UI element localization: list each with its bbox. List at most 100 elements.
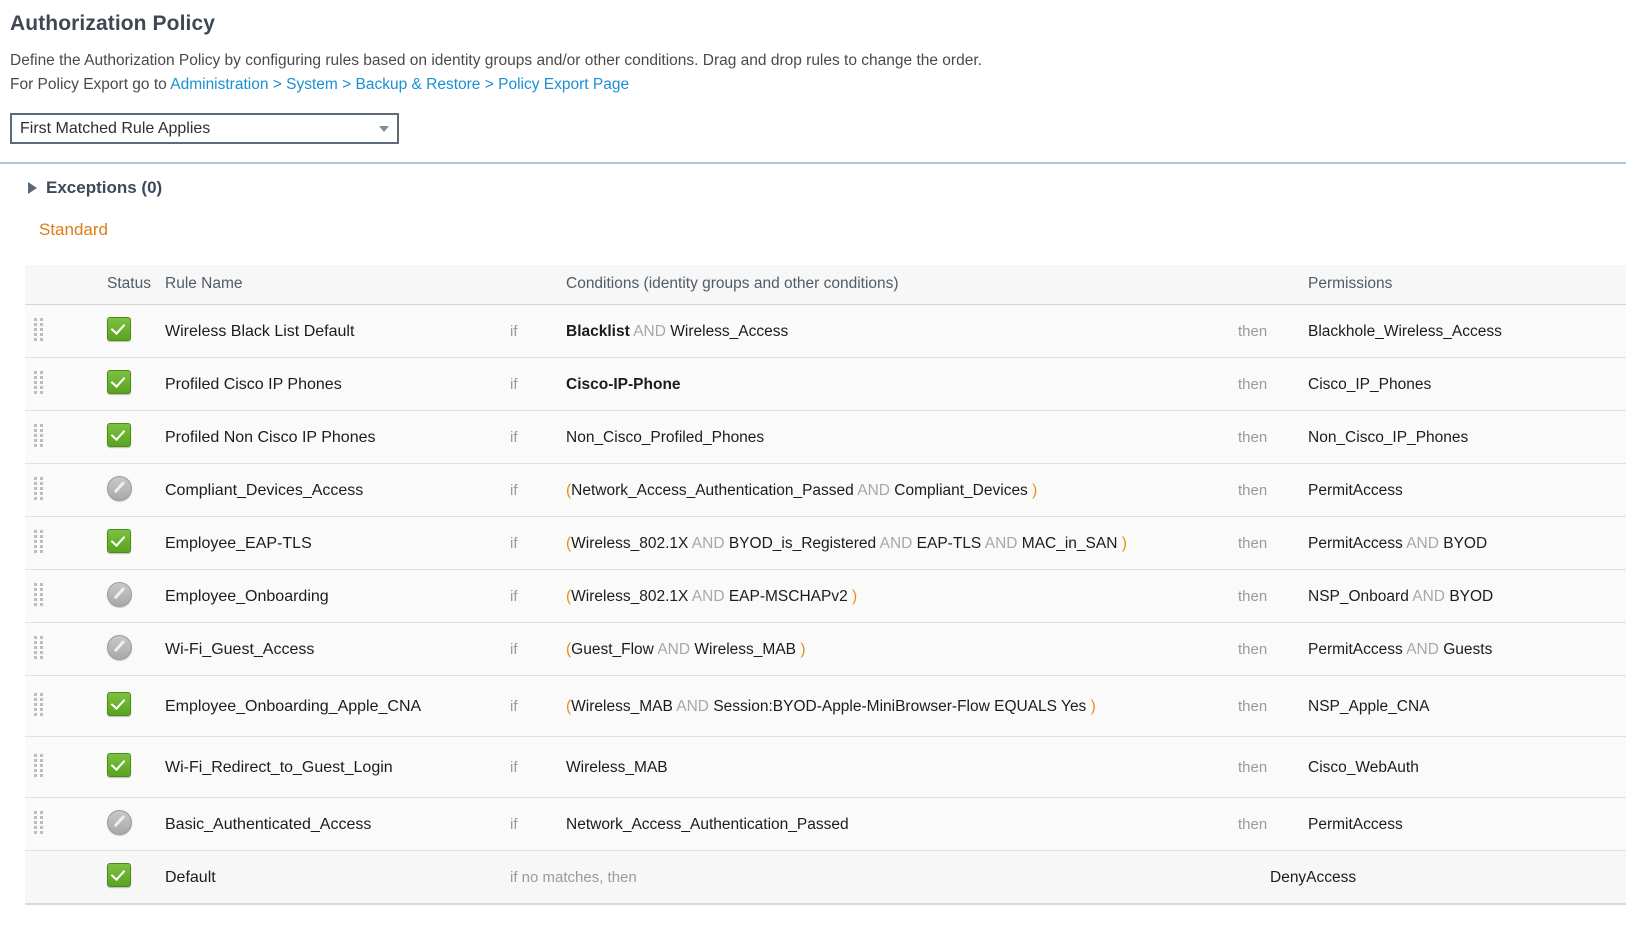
- table-row[interactable]: Employee_Onboarding_Apple_CNA if (Wireless…: [25, 675, 1626, 737]
- disabled-slash-icon[interactable]: [107, 581, 132, 607]
- permissions-cell[interactable]: PermitAccess AND BYOD: [1295, 517, 1626, 570]
- check-green-icon[interactable]: [107, 317, 131, 341]
- check-green-icon[interactable]: [107, 529, 131, 553]
- column-header-permissions: Permissions: [1295, 265, 1626, 305]
- exceptions-toggle[interactable]: Exceptions (0): [28, 178, 228, 198]
- disabled-slash-icon[interactable]: [107, 475, 132, 501]
- table-row[interactable]: Profiled Non Cisco IP Phones if Non_Cisco_…: [25, 410, 1626, 464]
- breadcrumb-link-administration[interactable]: Administration: [170, 76, 268, 93]
- table-row[interactable]: Basic_Authenticated_Access if Network_Acce…: [25, 797, 1626, 851]
- conditions-cell[interactable]: (Network_Access_Authentication_Passed AN…: [548, 464, 1238, 517]
- conditions-cell[interactable]: Wireless_MAB: [548, 737, 1238, 798]
- column-header-conditions: Conditions (identity groups and other co…: [548, 265, 1238, 305]
- table-row[interactable]: Compliant_Devices_Access if (Network_Acces…: [25, 463, 1626, 517]
- rule-mode-select[interactable]: First Matched Rule Applies: [10, 113, 399, 144]
- drag-handle-icon[interactable]: [34, 754, 45, 780]
- disabled-slash-icon[interactable]: [107, 809, 132, 835]
- drag-handle-icon[interactable]: [34, 530, 45, 556]
- drag-dot: [34, 530, 37, 533]
- check-green-icon[interactable]: [107, 370, 131, 394]
- table-row[interactable]: Profiled Cisco IP Phones if Cisco-IP-Phone…: [25, 357, 1626, 411]
- breadcrumb-link-backup-restore[interactable]: Backup & Restore: [356, 76, 481, 93]
- drag-handle-icon[interactable]: [34, 371, 45, 397]
- table-row[interactable]: Wi-Fi_Redirect_to_Guest_Login if Wireless_…: [25, 736, 1626, 798]
- rule-name-cell[interactable]: Wireless Black List Default: [155, 305, 510, 358]
- permissions-cell[interactable]: Cisco_IP_Phones: [1295, 358, 1626, 411]
- drag-dot: [34, 424, 37, 427]
- default-table-row[interactable]: Default if no matches, then DenyAccess: [25, 850, 1626, 904]
- drag-dot: [34, 593, 37, 596]
- rule-name-cell[interactable]: Wi-Fi_Guest_Access: [155, 623, 510, 676]
- disabled-slash-icon[interactable]: [107, 634, 132, 660]
- rule-name-cell[interactable]: Profiled Non Cisco IP Phones: [155, 411, 510, 464]
- then-keyword: then: [1238, 697, 1268, 715]
- conditions-cell[interactable]: Non_Cisco_Profiled_Phones: [548, 411, 1238, 464]
- permissions-cell[interactable]: NSP_Onboard AND BYOD: [1295, 570, 1626, 623]
- default-rule-name-cell[interactable]: Default: [155, 851, 510, 904]
- drag-handle-icon[interactable]: [34, 583, 45, 609]
- rule-name-cell[interactable]: Employee_Onboarding: [155, 570, 510, 623]
- tab-standard[interactable]: Standard: [39, 220, 108, 240]
- drag-handle-icon[interactable]: [34, 693, 45, 719]
- rule-name-cell[interactable]: Compliant_Devices_Access: [155, 464, 510, 517]
- check-green-icon[interactable]: [107, 863, 131, 887]
- description-line-2: For Policy Export go to Administration >…: [10, 73, 1626, 96]
- drag-handle-icon[interactable]: [34, 811, 45, 837]
- drag-handle-icon[interactable]: [34, 318, 45, 344]
- permissions-cell[interactable]: PermitAccess: [1295, 798, 1626, 851]
- table-body: Wireless Black List Default if Blacklist A…: [25, 304, 1626, 904]
- permissions-cell[interactable]: Cisco_WebAuth: [1295, 737, 1626, 798]
- paren-token: ): [1032, 481, 1038, 499]
- then-keyword: then: [1238, 375, 1268, 393]
- permissions-cell[interactable]: PermitAccess: [1295, 464, 1626, 517]
- table-row[interactable]: Wireless Black List Default if Blacklist A…: [25, 304, 1626, 358]
- exceptions-label: Exceptions (0): [46, 178, 163, 197]
- conditions-cell[interactable]: (Wireless_802.1X AND EAP-MSCHAPv2 ): [548, 570, 1238, 623]
- rule-name-cell[interactable]: Wi-Fi_Redirect_to_Guest_Login: [155, 737, 510, 798]
- permissions-cell[interactable]: Non_Cisco_IP_Phones: [1295, 411, 1626, 464]
- conditions-cell[interactable]: (Wireless_802.1X AND BYOD_is_Registered …: [548, 517, 1238, 570]
- drag-dot: [34, 328, 37, 331]
- conditions-cell[interactable]: Cisco-IP-Phone: [548, 358, 1238, 411]
- check-green-icon[interactable]: [107, 692, 131, 716]
- conditions-cell[interactable]: (Guest_Flow AND Wireless_MAB ): [548, 623, 1238, 676]
- page-title: Authorization Policy: [10, 12, 216, 35]
- check-green-icon[interactable]: [107, 753, 131, 777]
- permissions-cell[interactable]: NSP_Apple_CNA: [1295, 676, 1626, 737]
- breadcrumb-separator-3: >: [480, 76, 499, 93]
- default-permissions-cell[interactable]: DenyAccess: [1238, 851, 1626, 904]
- drag-handle-icon[interactable]: [34, 424, 45, 450]
- operator-and: AND: [691, 587, 725, 605]
- table-row[interactable]: Employee_EAP-TLS if (Wireless_802.1X AND B…: [25, 516, 1626, 570]
- description-line-1: Define the Authorization Policy by confi…: [10, 52, 982, 69]
- condition-token: Network_Access_Authentication_Passed: [566, 815, 849, 833]
- breadcrumb-separator-2: >: [337, 76, 356, 93]
- condition-token: Wireless_Access: [670, 322, 789, 340]
- check-green-icon[interactable]: [107, 423, 131, 447]
- drag-dot: [34, 693, 37, 696]
- rule-name-cell[interactable]: Profiled Cisco IP Phones: [155, 358, 510, 411]
- permissions-cell[interactable]: Blackhole_Wireless_Access: [1295, 305, 1626, 358]
- drag-handle-icon[interactable]: [34, 636, 45, 662]
- column-header-handle: [25, 265, 59, 305]
- drag-dot: [40, 333, 43, 336]
- table-row[interactable]: Wi-Fi_Guest_Access if (Guest_Flow AND Wire…: [25, 622, 1626, 676]
- breadcrumb-link-system[interactable]: System: [286, 76, 338, 93]
- drag-dot: [40, 477, 43, 480]
- rule-name-cell[interactable]: Employee_Onboarding_Apple_CNA: [155, 676, 510, 737]
- breadcrumb-link-policy-export-page[interactable]: Policy Export Page: [498, 76, 629, 93]
- drag-handle-icon[interactable]: [34, 477, 45, 503]
- condition-token: Wireless_802.1X: [571, 534, 689, 552]
- table-row[interactable]: Employee_Onboarding if (Wireless_802.1X AN…: [25, 569, 1626, 623]
- permissions-cell[interactable]: PermitAccess AND Guests: [1295, 623, 1626, 676]
- condition-token: BYOD: [1443, 534, 1488, 552]
- rule-name-cell[interactable]: Basic_Authenticated_Access: [155, 798, 510, 851]
- rule-name-cell[interactable]: Employee_EAP-TLS: [155, 517, 510, 570]
- condition-token: Wireless_802.1X: [571, 587, 689, 605]
- drag-dot: [40, 816, 43, 819]
- drag-dot: [40, 434, 43, 437]
- conditions-cell[interactable]: (Wireless_MAB AND Session:BYOD-Apple-Min…: [548, 676, 1238, 737]
- condition-token: PermitAccess: [1308, 481, 1403, 499]
- conditions-cell[interactable]: Blacklist AND Wireless_Access: [548, 305, 1238, 358]
- conditions-cell[interactable]: Network_Access_Authentication_Passed: [548, 798, 1238, 851]
